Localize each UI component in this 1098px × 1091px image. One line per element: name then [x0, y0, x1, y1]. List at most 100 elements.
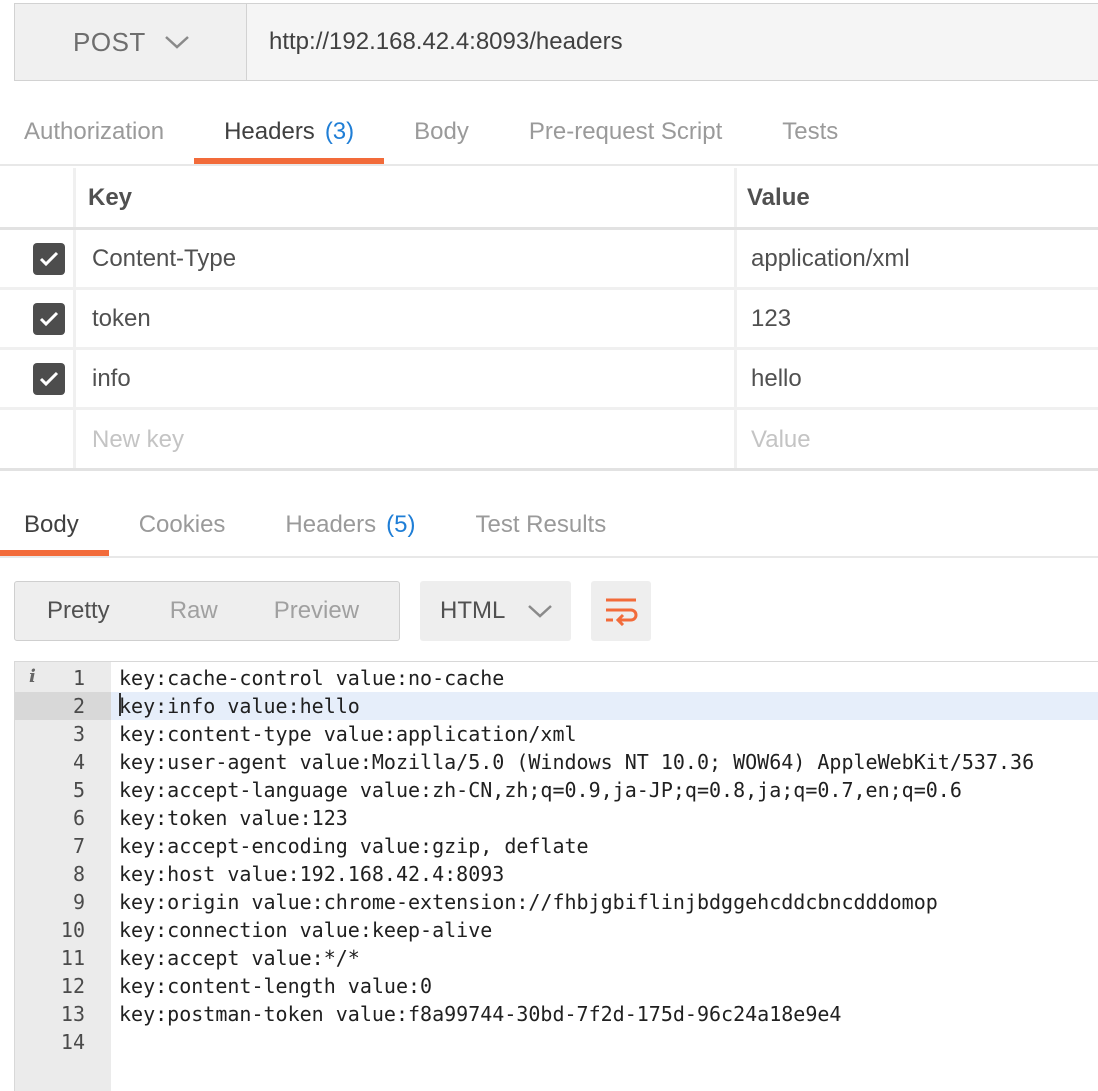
- chevron-down-icon: [164, 36, 189, 49]
- tab-count: (3): [324, 118, 355, 145]
- code-line: 6 key:token value:123: [15, 804, 1098, 832]
- line-number: 11: [60, 946, 85, 970]
- raw-button[interactable]: Raw: [110, 597, 218, 625]
- tab-label: Authorization: [24, 118, 165, 145]
- header-value-field[interactable]: hello: [737, 350, 1098, 407]
- code-line: 4 key:user-agent value:Mozilla/5.0 (Windo…: [15, 748, 1098, 776]
- code-line: 7 key:accept-encoding value:gzip, deflate: [15, 832, 1098, 860]
- header-key-field[interactable]: Content-Type: [76, 230, 737, 287]
- checkmark-icon: [39, 371, 58, 386]
- code-text: key:user-agent value:Mozilla/5.0 (Window…: [119, 750, 1035, 774]
- checkmark-icon: [39, 311, 58, 326]
- code-text: key:accept value:*/*: [119, 946, 360, 970]
- header-key-field[interactable]: token: [76, 290, 737, 347]
- new-key-input[interactable]: New key: [76, 410, 737, 470]
- line-number: 2: [15, 692, 111, 720]
- info-icon[interactable]: i: [29, 666, 36, 687]
- pretty-button[interactable]: Pretty: [15, 597, 110, 625]
- checkbox-cell: [0, 230, 76, 287]
- new-header-row: New key Value: [0, 410, 1098, 470]
- code-line: 1 key:cache-control value:no-cache: [15, 664, 1098, 692]
- format-label: HTML: [440, 597, 506, 624]
- new-value-input[interactable]: Value: [737, 410, 1098, 470]
- code-text: key:connection value:keep-alive: [119, 918, 493, 942]
- code-text: key:postman-token value:f8a99744-30bd-7f…: [119, 1002, 842, 1026]
- row-checkbox[interactable]: [32, 302, 65, 335]
- table-row: Content-Type application/xml: [0, 230, 1098, 290]
- tab-label: Body: [24, 511, 79, 538]
- tab-label: Test Results: [475, 511, 607, 538]
- tab-count: (5): [386, 511, 416, 538]
- divider: [0, 468, 1098, 471]
- line-number: 5: [72, 778, 85, 802]
- checkbox-cell: [0, 290, 76, 347]
- table-header-row: Key Value: [0, 168, 1098, 230]
- table-row: info hello: [0, 350, 1098, 410]
- tab-label: Headers: [224, 118, 315, 145]
- tab-body[interactable]: Body: [384, 100, 499, 164]
- code-text: key:origin value:chrome-extension://fhbj…: [119, 890, 938, 914]
- header-value-field[interactable]: 123: [737, 290, 1098, 347]
- code-text: key:content-type value:application/xml: [119, 722, 577, 746]
- line-number: 9: [72, 890, 85, 914]
- line-number: 4: [72, 750, 85, 774]
- code-line: 10 key:connection value:keep-alive: [15, 916, 1098, 944]
- code-text: key:host value:192.168.42.4:8093: [119, 862, 505, 886]
- headers-table: Key Value Content-Type application/xml t…: [0, 168, 1098, 470]
- tab-response-headers[interactable]: Headers (5): [255, 494, 445, 556]
- tab-label: Pre-request Script: [528, 118, 723, 145]
- row-checkbox[interactable]: [32, 362, 65, 395]
- code-text: key:content-length value:0: [119, 974, 433, 998]
- key-column-header: Key: [76, 168, 737, 227]
- url-input[interactable]: http://192.168.42.4:8093/headers: [247, 4, 1098, 80]
- checkbox-cell: [0, 350, 76, 407]
- text-cursor: [119, 693, 121, 716]
- tab-test-results[interactable]: Test Results: [445, 494, 636, 556]
- code-text: key:cache-control value:no-cache: [119, 666, 505, 690]
- response-tabs: Body Cookies Headers (5) Test Results: [0, 494, 1098, 558]
- code-line: 3 key:content-type value:application/xml: [15, 720, 1098, 748]
- code-line: 13 key:postman-token value:f8a99744-30bd-…: [15, 1000, 1098, 1028]
- wrap-lines-icon: [606, 598, 638, 626]
- code-line: 12 key:content-length value:0: [15, 972, 1098, 1000]
- preview-button[interactable]: Preview: [218, 597, 359, 625]
- line-number: 7: [72, 834, 85, 858]
- chevron-down-icon: [528, 605, 553, 618]
- code-line: 8 key:host value:192.168.42.4:8093: [15, 860, 1098, 888]
- table-row: token 123: [0, 290, 1098, 350]
- tab-pre-request-script[interactable]: Pre-request Script: [499, 100, 752, 164]
- line-number: 13: [60, 1002, 85, 1026]
- code-text: key:token value:123: [119, 806, 348, 830]
- line-number: 14: [60, 1030, 85, 1054]
- wrap-lines-button[interactable]: [591, 581, 651, 641]
- tab-label: Tests: [782, 118, 839, 145]
- code-text: key:info value:hello: [119, 694, 360, 718]
- tab-authorization[interactable]: Authorization: [0, 100, 194, 164]
- url-text: http://192.168.42.4:8093/headers: [269, 28, 623, 55]
- tab-label: Headers: [285, 511, 377, 538]
- checkbox-cell: [0, 410, 76, 470]
- header-value-field[interactable]: application/xml: [737, 230, 1098, 287]
- header-key-field[interactable]: info: [76, 350, 737, 407]
- method-label: POST: [73, 26, 146, 57]
- response-code-view[interactable]: 1 key:cache-control value:no-cache 2 key:in…: [14, 661, 1098, 1091]
- tab-tests[interactable]: Tests: [752, 100, 868, 164]
- tab-headers[interactable]: Headers (3): [194, 100, 385, 164]
- code-line: 14: [15, 1028, 1098, 1056]
- code-line: 9 key:origin value:chrome-extension://fhb…: [15, 888, 1098, 916]
- line-number: 3: [72, 722, 85, 746]
- code-line: 2 key:info value:hello: [15, 692, 1098, 720]
- line-number: 10: [60, 918, 85, 942]
- line-number: 12: [60, 974, 85, 998]
- request-tabs: Authorization Headers (3) Body Pre-reque…: [0, 100, 1098, 166]
- format-select[interactable]: HTML: [420, 581, 571, 641]
- method-select[interactable]: POST: [15, 4, 247, 80]
- row-checkbox[interactable]: [32, 242, 65, 275]
- line-number: 8: [72, 862, 85, 886]
- value-column-header: Value: [747, 183, 810, 211]
- tab-response-body[interactable]: Body: [0, 494, 109, 556]
- tab-cookies[interactable]: Cookies: [109, 494, 256, 556]
- code-line: 11 key:accept value:*/*: [15, 944, 1098, 972]
- tab-label: Body: [414, 118, 469, 145]
- view-mode-group: Pretty Raw Preview: [14, 581, 400, 641]
